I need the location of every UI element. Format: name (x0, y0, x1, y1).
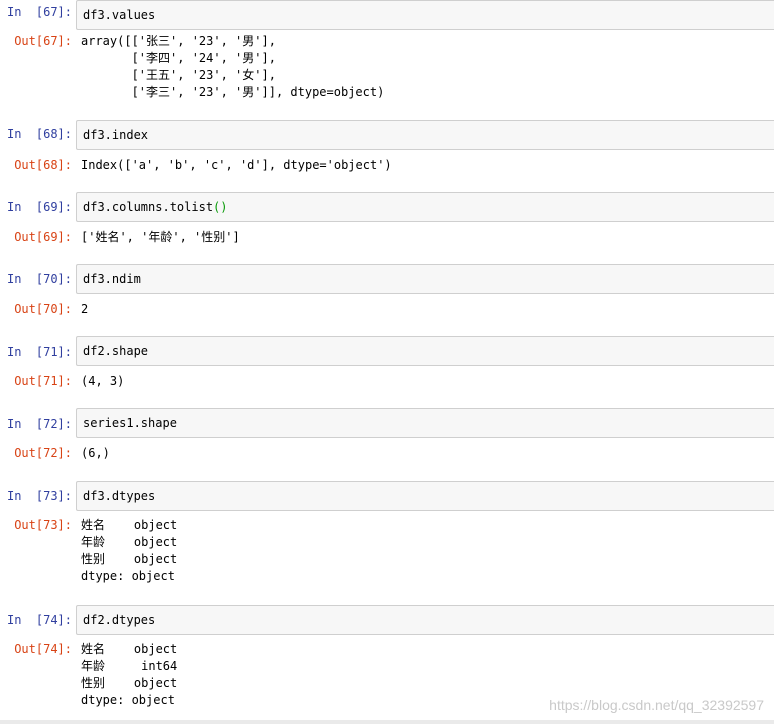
code-text: df2.shape (83, 344, 149, 358)
code-text: df3.dtypes (83, 489, 156, 503)
input-prompt: In [71]: (6, 345, 72, 359)
code-input[interactable]: df3.columns.tolist() (76, 192, 774, 222)
code-text: df2.dtypes (83, 613, 156, 627)
input-prompt: In [67]: (6, 5, 72, 19)
code-input[interactable]: df3.ndim (76, 264, 774, 294)
output-prompt: Out[73]: (14, 518, 72, 532)
code-text: df3.index (83, 128, 149, 142)
output-prompt: Out[69]: (14, 230, 72, 244)
input-prompt: In [74]: (6, 613, 72, 627)
code-input[interactable]: df3.values (76, 0, 774, 30)
cell-output: (6,) (81, 446, 110, 460)
bottom-divider (0, 720, 774, 724)
cell-output: Index(['a', 'b', 'c', 'd'], dtype='objec… (81, 158, 392, 172)
output-prompt: Out[70]: (14, 302, 72, 316)
cell-output: 2 (81, 302, 89, 316)
code-text: df3.values (83, 8, 156, 22)
code-input[interactable]: series1.shape (76, 408, 774, 438)
code-text: series1.shape (83, 416, 177, 430)
input-prompt: In [73]: (6, 489, 72, 503)
input-prompt: In [68]: (6, 127, 72, 141)
input-prompt: In [69]: (6, 200, 72, 214)
input-prompt: In [72]: (6, 417, 72, 431)
cell-output: 姓名 object 年龄 object 性别 object dtype: obj… (81, 518, 178, 583)
cell-output: (4, 3) (81, 374, 125, 388)
code-text-parens: () (213, 200, 228, 214)
cell-output: array([['张三', '23', '男'], ['李四', '24', '… (81, 34, 385, 99)
watermark: https://blog.csdn.net/qq_32392597 (549, 697, 764, 713)
cell-output: ['姓名', '年龄', '性别'] (81, 230, 240, 244)
output-prompt: Out[74]: (14, 642, 72, 656)
output-prompt: Out[71]: (14, 374, 72, 388)
code-input[interactable]: df2.dtypes (76, 605, 774, 635)
output-prompt: Out[72]: (14, 446, 72, 460)
code-text-call: df3.columns.tolist (83, 200, 214, 214)
output-prompt: Out[68]: (14, 158, 72, 172)
input-prompt: In [70]: (6, 272, 72, 286)
cell-output: 姓名 object 年龄 int64 性别 object dtype: obje… (81, 642, 178, 707)
code-text: df3.ndim (83, 272, 141, 286)
output-prompt: Out[67]: (14, 34, 72, 48)
code-input[interactable]: df2.shape (76, 336, 774, 366)
code-text: df3.columns.tolist() (83, 199, 228, 216)
code-input[interactable]: df3.dtypes (76, 481, 774, 511)
code-input[interactable]: df3.index (76, 120, 774, 150)
